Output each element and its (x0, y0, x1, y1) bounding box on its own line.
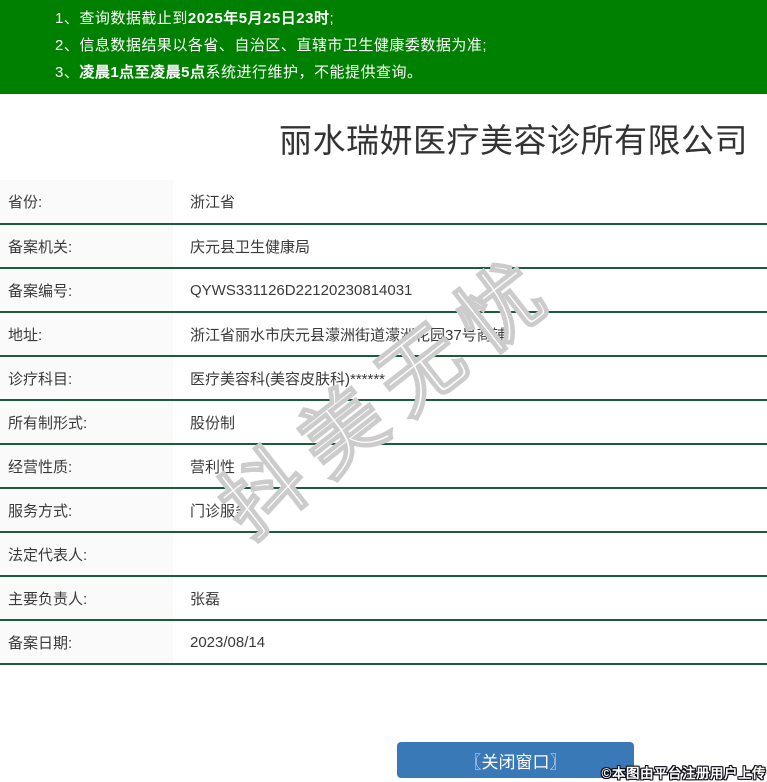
table-row-legal-representative: 法定代表人: (0, 532, 767, 576)
table-row-province: 省份: 浙江省 (0, 180, 767, 224)
table-row-address: 地址: 浙江省丽水市庆元县濛洲街道濛洲花园37号商铺 (0, 312, 767, 356)
notice-line-2: 2、信息数据结果以各省、自治区、直辖市卫生健康委数据为准; (55, 32, 757, 59)
notice-text: 查询数据截止到 (79, 10, 188, 27)
field-value: 营利性 (190, 458, 236, 476)
table-row-principal: 主要负责人: 张磊 (0, 576, 767, 620)
field-label: 法定代表人: (0, 532, 173, 576)
footer: 〖关闭窗口〗 ©本图由平台注册用户上传 (0, 742, 767, 782)
field-label: 经营性质: (0, 444, 173, 488)
field-value: 浙江省 (190, 194, 236, 211)
notice-text: 系统进行维护，不能提供查询。 (205, 64, 423, 81)
close-window-button[interactable]: 〖关闭窗口〗 (397, 742, 634, 778)
field-value: 庆元县卫生健康局 (190, 238, 311, 256)
notice-text-bold: 2025年5月25日23时 (187, 10, 330, 27)
field-label: 所有制形式: (0, 400, 173, 444)
field-value: 2023/08/14 (190, 633, 266, 651)
table-row-business-nature: 经营性质: 营利性 (0, 444, 767, 488)
clinic-info-table: 省份: 浙江省 备案机关: 庆元县卫生健康局 备案编号: QYWS331126D… (0, 180, 767, 665)
field-label: 诊疗科目: (0, 356, 173, 400)
notice-number: 2、 (55, 37, 80, 54)
field-value: 浙江省丽水市庆元县濛洲街道濛洲花园37号商铺 (190, 326, 507, 344)
field-label: 备案日期: (0, 620, 173, 664)
notice-line-3: 3、凌晨1点至凌晨5点系统进行维护，不能提供查询。 (55, 59, 757, 86)
field-value: 股份制 (190, 414, 236, 432)
page-title: 丽水瑞妍医疗美容诊所有限公司 (279, 122, 748, 159)
upload-attribution-note: ©本图由平台注册用户上传 (601, 766, 766, 781)
table-row-filing-authority: 备案机关: 庆元县卫生健康局 (0, 224, 767, 268)
field-value: 张磊 (190, 590, 221, 608)
field-value: 门诊服务 (190, 502, 251, 520)
field-value: 医疗美容科(美容皮肤科)****** (190, 370, 386, 388)
field-label: 主要负责人: (0, 576, 173, 620)
table-row-treatment-subjects: 诊疗科目: 医疗美容科(美容皮肤科)****** (0, 356, 767, 400)
field-label: 地址: (0, 312, 173, 356)
table-row-ownership-form: 所有制形式: 股份制 (0, 400, 767, 444)
notice-number: 3、 (55, 64, 80, 81)
notice-text-bold: 凌晨1点至凌晨5点 (79, 64, 206, 81)
notice-bar: 1、查询数据截止到2025年5月25日23时; 2、信息数据结果以各省、自治区、… (0, 0, 767, 94)
notice-text: 信息数据结果以各省、自治区、直辖市卫生健康委数据为准; (79, 37, 488, 54)
table-row-filing-number: 备案编号: QYWS331126D22120230814031 (0, 268, 767, 312)
field-label: 备案编号: (0, 268, 173, 312)
notice-number: 1、 (55, 10, 80, 27)
field-label: 服务方式: (0, 488, 173, 532)
field-value (173, 532, 767, 576)
field-label: 备案机关: (0, 224, 173, 268)
field-label: 省份: (0, 180, 173, 224)
notice-text: ; (329, 10, 335, 27)
table-row-filing-date: 备案日期: 2023/08/14 (0, 620, 767, 664)
table-row-service-mode: 服务方式: 门诊服务 (0, 488, 767, 532)
field-value: QYWS331126D22120230814031 (190, 281, 413, 299)
notice-line-1: 1、查询数据截止到2025年5月25日23时; (55, 5, 757, 32)
